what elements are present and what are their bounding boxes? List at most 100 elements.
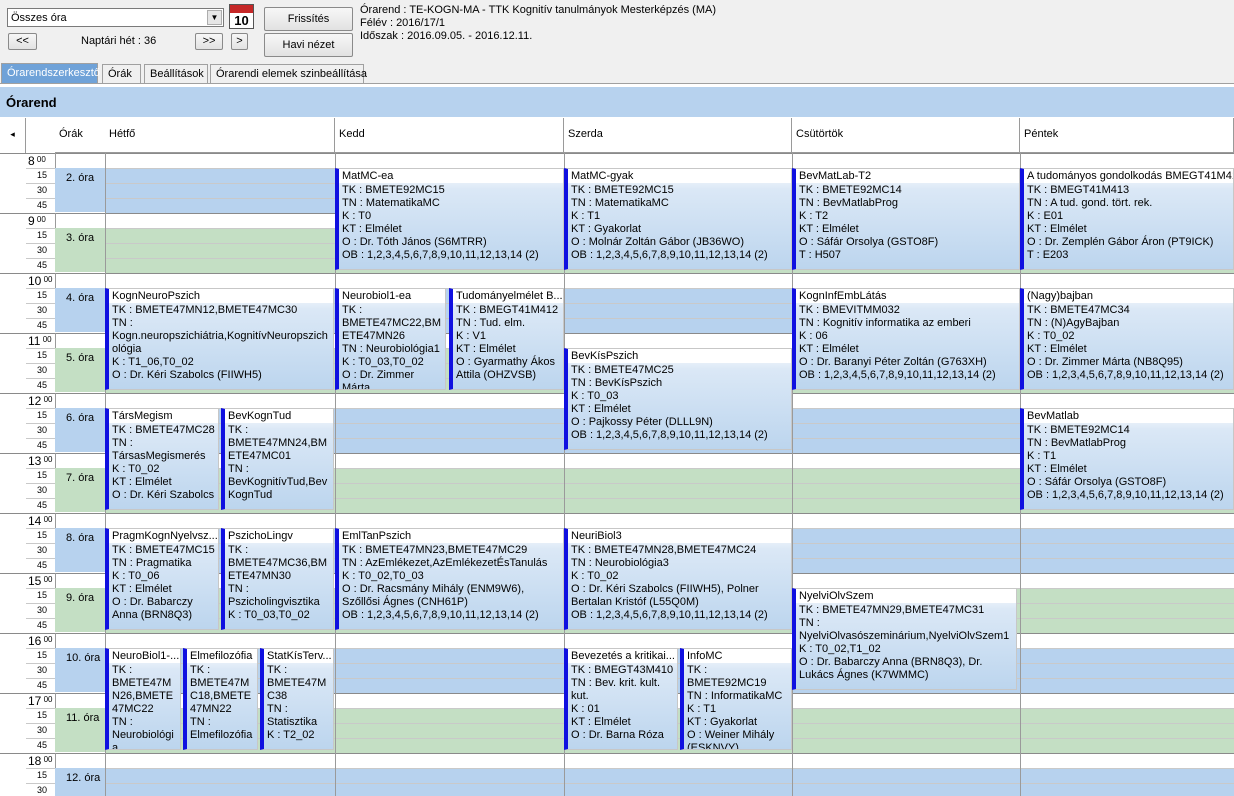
hour-label: 13 00 bbox=[28, 454, 73, 468]
hour-value: 10 bbox=[28, 274, 42, 288]
event-title: KognNeuroPszich bbox=[109, 289, 333, 303]
timetable-grid: 8 00 15 30 45 9 00 15 30 45 10 00 15 30 45 11 00 15 30… bbox=[0, 153, 1234, 796]
minute-label: 45 bbox=[37, 500, 48, 510]
scroll-left-icon[interactable]: ◂ bbox=[0, 118, 26, 153]
timetable-event[interactable]: MatMC-gyak TK : BMETE92MC15 TN : Matematik… bbox=[564, 168, 792, 270]
timetable-event[interactable]: KognNeuroPszich TK : BMETE47MN12,BMETE47M… bbox=[105, 288, 334, 390]
timetable-event[interactable]: NyelviOlvSzem TK : BMETE47MN29,BMETE47MC3… bbox=[792, 588, 1017, 690]
month-view-button[interactable]: Havi nézet bbox=[264, 33, 353, 57]
time-slot[interactable] bbox=[792, 528, 1020, 573]
event-detail: Pszicholingvisztika bbox=[228, 596, 320, 608]
hour-value: 14 bbox=[28, 514, 42, 528]
event-detail: BMETE47MC38 bbox=[267, 677, 327, 702]
event-detail: KT : Elmélet bbox=[112, 583, 172, 595]
timetable-event[interactable]: BevMatlab TK : BMETE92MC14 TN : BevMatlabP… bbox=[1020, 408, 1234, 510]
timetable-event[interactable]: Neurobiol1-ea TK : BMETE47MC22,BMETE47MN26… bbox=[335, 288, 446, 390]
timetable-event[interactable]: Tudományelmélet B... TK : BMEGT41M412 TN :… bbox=[449, 288, 564, 390]
event-detail: TN : Pragmatika bbox=[112, 557, 192, 569]
timetable-event[interactable]: TársMegism TK : BMETE47MC28 TN : TársasMegi… bbox=[105, 408, 219, 510]
hour-suffix: 00 bbox=[41, 455, 53, 464]
event-detail: TK : bbox=[228, 424, 249, 436]
hour-suffix: 00 bbox=[41, 275, 53, 284]
hour-value: 18 bbox=[28, 754, 42, 768]
calendar-icon[interactable]: 10 bbox=[229, 4, 254, 29]
timetable-event[interactable]: BevKísPszich TK : BMETE47MC25 TN : BevKísP… bbox=[564, 348, 792, 450]
timetable-event[interactable]: StatKísTerv... TK : BMETE47MC38 TN : Statisz… bbox=[260, 648, 334, 750]
event-detail: KT : Elmélet bbox=[571, 403, 631, 415]
timetable-event[interactable]: KognInfEmbLátás TK : BMEVITMM032 TN : Kogn… bbox=[792, 288, 1020, 390]
minute-label: 30 bbox=[37, 605, 48, 615]
event-detail: O : Dr. Barna Róza bbox=[571, 729, 664, 741]
hour-suffix: 00 bbox=[41, 515, 53, 524]
event-title: TársMegism bbox=[109, 409, 218, 423]
time-slot[interactable] bbox=[1020, 588, 1234, 633]
course-filter-combo[interactable]: Összes óra ▼ bbox=[7, 8, 224, 27]
minute-label: 45 bbox=[37, 260, 48, 270]
event-detail: NyelviOlvasószeminárium,NyelviOlvSzem1 bbox=[799, 630, 1010, 642]
minute-label: 45 bbox=[37, 680, 48, 690]
time-slot[interactable] bbox=[335, 408, 564, 453]
event-title: KognInfEmbLátás bbox=[796, 289, 1019, 303]
next-week-button[interactable]: >> bbox=[195, 33, 223, 50]
prev-week-button[interactable]: << bbox=[8, 33, 37, 50]
time-slot[interactable] bbox=[105, 228, 335, 273]
event-detail: OB : 1,2,3,4,5,6,7,8,9,10,11,12,13,14 (2… bbox=[342, 609, 539, 621]
time-slot[interactable] bbox=[1020, 528, 1234, 573]
chevron-down-icon[interactable]: ▼ bbox=[207, 10, 222, 25]
tab-color-settings[interactable]: Órarendi elemek szinbeállítása bbox=[210, 64, 367, 83]
time-slot[interactable] bbox=[335, 648, 564, 693]
event-detail: K : E01 bbox=[1027, 210, 1064, 222]
event-detail: TN : BevMatlabProg bbox=[799, 197, 899, 209]
event-detail: O : Molnár Zoltán Gábor (JB36WO) bbox=[571, 236, 744, 248]
timetable-event[interactable]: BevMatLab-T2 TK : BMETE92MC14 TN : BevMatl… bbox=[792, 168, 1020, 270]
time-slot[interactable] bbox=[564, 468, 792, 513]
timetable-event[interactable]: PszichoLingv TK : BMETE47MC36,BMETE47MN30 T… bbox=[221, 528, 334, 630]
hour-suffix: 00 bbox=[41, 695, 53, 704]
hour-suffix: 00 bbox=[34, 155, 46, 164]
event-detail: TN : (N)AgyBajban bbox=[1027, 317, 1120, 329]
timetable-event[interactable]: InfoMC TK : BMETE92MC19 TN : InformatikaMC… bbox=[680, 648, 792, 750]
timetable-event[interactable]: Elmefilozófia TK : BMETE47MC18,BMETE47MN22… bbox=[183, 648, 258, 750]
step-forward-button[interactable]: > bbox=[231, 33, 248, 50]
column-header-friday: Péntek bbox=[1020, 118, 1234, 153]
event-detail: OB : 1,2,3,4,5,6,7,8,9,10,11,12,13,14 (2… bbox=[571, 249, 768, 261]
minute-label: 45 bbox=[37, 380, 48, 390]
event-detail: T : H507 bbox=[799, 249, 841, 261]
timetable-event[interactable]: (Nagy)bajban TK : BMETE47MC34 TN : (N)AgyB… bbox=[1020, 288, 1234, 390]
timetable-event[interactable]: Bevezetés a kritikai... TK : BMEGT43M410 T… bbox=[564, 648, 678, 750]
timetable-event[interactable]: BevKognTud TK : BMETE47MN24,BMETE47MC01 TN … bbox=[221, 408, 334, 510]
timetable-event[interactable]: PragmKognNyelvsz... TK : BMETE47MC15 TN : … bbox=[105, 528, 219, 630]
time-slot[interactable] bbox=[1020, 648, 1234, 693]
time-slot[interactable] bbox=[335, 468, 564, 513]
event-detail: O : Sáfár Orsolya (GSTO8F) bbox=[799, 236, 939, 248]
timetable-event[interactable]: MatMC-ea TK : BMETE92MC15 TN : MatematikaM… bbox=[335, 168, 564, 270]
hour-value: 11 bbox=[28, 334, 41, 348]
timetable-event[interactable]: NeuriBiol3 TK : BMETE47MN28,BMETE47MC24 TN… bbox=[564, 528, 792, 630]
event-detail: KT : Elmélet bbox=[342, 223, 402, 235]
tab-classes[interactable]: Órák bbox=[102, 64, 141, 83]
timetable-event[interactable]: A tudományos gondolkodás BMEGT41M413 TK :… bbox=[1020, 168, 1234, 270]
tab-settings[interactable]: Beállítások bbox=[144, 64, 208, 83]
hour-label: 11 00 bbox=[28, 334, 73, 348]
refresh-button[interactable]: Frissítés bbox=[264, 7, 353, 31]
time-slot[interactable] bbox=[105, 168, 335, 213]
time-slot[interactable] bbox=[1020, 708, 1234, 753]
event-detail: O : Pajkossy Péter (DLLL9N) bbox=[571, 416, 713, 428]
tab-timetable-editor[interactable]: Órarendszerkesztő bbox=[1, 63, 100, 83]
time-slot[interactable] bbox=[792, 768, 1020, 796]
hour-suffix: 00 bbox=[41, 395, 53, 404]
time-slot[interactable] bbox=[564, 768, 792, 796]
time-slot[interactable] bbox=[335, 708, 564, 753]
event-detail: TN : A tud. gond. tört. rek. bbox=[1027, 197, 1153, 209]
time-slot[interactable] bbox=[792, 468, 1020, 513]
time-slot[interactable] bbox=[564, 288, 792, 333]
timetable-event[interactable]: EmlTanPszich TK : BMETE47MN23,BMETE47MC29… bbox=[335, 528, 564, 630]
time-slot[interactable] bbox=[335, 768, 564, 796]
time-slot[interactable] bbox=[792, 408, 1020, 453]
timetable-event[interactable]: NeuroBiol1-... TK : BMETE47MN26,BMETE47MC2… bbox=[105, 648, 181, 750]
time-slot[interactable] bbox=[792, 708, 1020, 753]
time-slot[interactable] bbox=[105, 768, 335, 796]
time-slot[interactable] bbox=[1020, 768, 1234, 796]
event-detail: O : Gyarmathy Ákos Attila (OHZVSB) bbox=[456, 356, 556, 381]
event-detail: TK : bbox=[228, 544, 249, 556]
